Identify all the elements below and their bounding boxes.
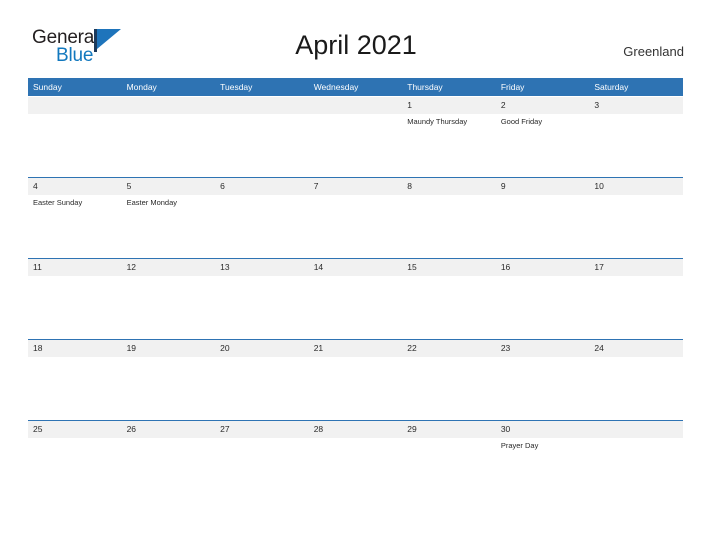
week-events-row — [28, 357, 683, 420]
day-event — [496, 195, 590, 258]
day-event — [215, 276, 309, 339]
day-event — [309, 438, 403, 501]
day-event — [402, 438, 496, 501]
day-number[interactable]: 20 — [215, 340, 309, 357]
day-event — [309, 195, 403, 258]
day-number[interactable]: 19 — [122, 340, 216, 357]
day-number[interactable]: 2 — [496, 97, 590, 114]
day-event — [402, 357, 496, 420]
day-number[interactable]: 14 — [309, 259, 403, 276]
day-number[interactable]: 22 — [402, 340, 496, 357]
day-number[interactable]: 5 — [122, 178, 216, 195]
day-event — [402, 276, 496, 339]
weekday-header-sunday: Sunday — [33, 82, 62, 92]
day-event — [28, 438, 122, 501]
weekday-header-saturday: Saturday — [594, 82, 629, 92]
day-event — [122, 357, 216, 420]
day-number[interactable] — [28, 97, 122, 114]
day-number[interactable]: 17 — [589, 259, 683, 276]
calendar-week-row: 18 19 20 21 22 23 24 — [28, 339, 683, 420]
day-number[interactable]: 3 — [589, 97, 683, 114]
day-number[interactable]: 16 — [496, 259, 590, 276]
day-number[interactable]: 9 — [496, 178, 590, 195]
day-number[interactable]: 21 — [309, 340, 403, 357]
weekday-header-monday: Monday — [126, 82, 157, 92]
calendar-page: General Blue April 2021 Greenland Sunday… — [0, 0, 712, 550]
day-event — [589, 114, 683, 177]
calendar-grid: Sunday Monday Tuesday Wednesday Thursday… — [28, 78, 683, 501]
day-number[interactable]: 10 — [589, 178, 683, 195]
day-event — [28, 276, 122, 339]
day-event — [589, 357, 683, 420]
day-number[interactable]: 8 — [402, 178, 496, 195]
calendar-week-row: 4 5 6 7 8 9 10 Easter Sunday Easter Mond… — [28, 177, 683, 258]
day-event: Easter Sunday — [33, 198, 83, 207]
day-event — [122, 114, 216, 177]
week-daynumber-row: 18 19 20 21 22 23 24 — [28, 340, 683, 357]
country-label: Greenland — [623, 44, 684, 59]
day-number[interactable]: 1 — [402, 97, 496, 114]
week-events-row: Prayer Day — [28, 438, 683, 501]
day-event — [28, 114, 122, 177]
day-number[interactable] — [215, 97, 309, 114]
day-event — [589, 276, 683, 339]
day-number[interactable] — [589, 421, 683, 438]
day-number[interactable]: 6 — [215, 178, 309, 195]
day-event — [122, 276, 216, 339]
weekday-header-wednesday: Wednesday — [313, 82, 359, 92]
week-events-row — [28, 276, 683, 339]
day-event — [28, 357, 122, 420]
day-number[interactable]: 12 — [122, 259, 216, 276]
calendar-week-row: 25 26 27 28 29 30 Prayer Day — [28, 420, 683, 501]
day-event — [309, 276, 403, 339]
week-daynumber-row: 4 5 6 7 8 9 10 — [28, 178, 683, 195]
day-number[interactable] — [309, 97, 403, 114]
day-event: Prayer Day — [500, 441, 539, 450]
weekday-header-thursday: Thursday — [407, 82, 443, 92]
week-daynumber-row: 25 26 27 28 29 30 — [28, 421, 683, 438]
day-number[interactable]: 29 — [402, 421, 496, 438]
day-event — [309, 357, 403, 420]
day-event: Good Friday — [500, 117, 543, 126]
day-number[interactable]: 24 — [589, 340, 683, 357]
day-number[interactable]: 28 — [309, 421, 403, 438]
calendar-week-row: 1 2 3 Maundy Thursday Good Friday — [28, 96, 683, 177]
day-number[interactable]: 23 — [496, 340, 590, 357]
day-event — [215, 114, 309, 177]
day-event — [402, 195, 496, 258]
week-daynumber-row: 1 2 3 — [28, 97, 683, 114]
week-events-row: Easter Sunday Easter Monday — [28, 195, 683, 258]
week-events-row: Maundy Thursday Good Friday — [28, 114, 683, 177]
page-title: April 2021 — [295, 30, 417, 60]
day-event — [215, 195, 309, 258]
day-number[interactable]: 30 — [496, 421, 590, 438]
weekday-header-row: Sunday Monday Tuesday Wednesday Thursday… — [28, 78, 683, 96]
day-number[interactable]: 27 — [215, 421, 309, 438]
day-number[interactable]: 4 — [28, 178, 122, 195]
week-daynumber-row: 11 12 13 14 15 16 17 — [28, 259, 683, 276]
day-number[interactable]: 25 — [28, 421, 122, 438]
day-number[interactable]: 13 — [215, 259, 309, 276]
day-event — [496, 276, 590, 339]
weekday-header-friday: Friday — [500, 82, 525, 92]
day-number[interactable]: 7 — [309, 178, 403, 195]
day-event — [215, 438, 309, 501]
day-event — [589, 195, 683, 258]
day-number[interactable]: 18 — [28, 340, 122, 357]
day-number[interactable]: 15 — [402, 259, 496, 276]
day-event — [496, 357, 590, 420]
day-number[interactable]: 26 — [122, 421, 216, 438]
day-number[interactable] — [122, 97, 216, 114]
day-number[interactable]: 11 — [28, 259, 122, 276]
day-event: Easter Monday — [126, 198, 178, 207]
weekday-header-tuesday: Tuesday — [220, 82, 253, 92]
calendar-week-row: 11 12 13 14 15 16 17 — [28, 258, 683, 339]
day-event: Maundy Thursday — [407, 117, 468, 126]
day-event — [122, 438, 216, 501]
day-event — [589, 438, 683, 501]
day-event — [309, 114, 403, 177]
day-event — [215, 357, 309, 420]
page-header: General Blue April 2021 Greenland — [0, 0, 712, 78]
